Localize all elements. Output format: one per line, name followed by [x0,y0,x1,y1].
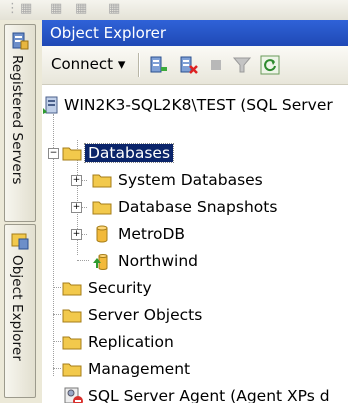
tree-line [53,368,61,369]
object-explorer-toolbar: Connect ▾ [42,46,348,85]
tree-item-databases[interactable]: Databases [62,142,175,164]
tab-object-explorer-label: Object Explorer [9,255,25,361]
tab-registered-servers-label: Registered Servers [9,55,25,185]
object-explorer-icon [11,233,29,250]
databases-label: Databases [83,143,175,163]
metrodb-label: MetroDB [118,225,186,243]
folder-icon [92,201,112,215]
object-tree: WIN2K3-SQL2K8\TEST (SQL Server − Databas… [42,84,348,403]
tree-item-server-objects[interactable]: Server Objects [62,304,202,326]
tab-object-explorer[interactable]: Object Explorer [4,224,36,398]
replication-label: Replication [88,333,174,351]
server-icon [43,96,58,114]
expand-database-snapshots[interactable]: + [71,202,82,213]
connect-object-icon[interactable] [148,55,168,75]
tree-item-system-databases[interactable]: System Databases [92,169,263,191]
filter-icon[interactable] [232,55,252,75]
sql-agent-icon [64,387,83,403]
tree-line [53,314,61,315]
tree-item-management[interactable]: Management [62,358,190,380]
toolbar-icon[interactable]: ▦ [20,2,34,16]
disconnect-icon[interactable] [178,55,198,75]
toolbar-icon[interactable]: ⋮ [6,2,20,16]
tab-registered-servers[interactable]: Registered Servers [4,24,36,222]
top-toolbar-strip: ⋮ ▦ ▦ ▦ ▦ [0,0,348,21]
security-label: Security [88,279,152,297]
chevron-down-icon: ▾ [117,55,126,73]
northwind-label: Northwind [118,252,198,270]
tree-item-replication[interactable]: Replication [62,331,174,353]
refresh-icon[interactable] [260,55,280,75]
panel-titlebar: Object Explorer [42,20,348,46]
folder-icon [92,174,112,188]
registered-servers-icon [12,32,29,50]
tree-line [53,341,61,342]
server-label: WIN2K3-SQL2K8\TEST (SQL Server [64,96,333,114]
tree-item-sql-server-agent[interactable]: SQL Server Agent (Agent XPs d [62,385,330,403]
database-snapshots-label: Database Snapshots [118,198,278,216]
object-explorer-panel: Object Explorer Connect ▾ WIN2K3-SQL2K8\… [42,20,348,403]
folder-icon [62,363,82,377]
server-objects-label: Server Objects [88,306,203,324]
toolbar-separator [138,53,140,77]
expand-metrodb[interactable]: + [71,229,82,240]
tree-item-metrodb[interactable]: MetroDB [92,223,185,245]
panel-title: Object Explorer [50,24,167,42]
tree-item-security[interactable]: Security [62,277,152,299]
toolbar-icon[interactable]: ▦ [75,2,89,16]
folder-icon [62,147,82,161]
folder-icon [62,309,82,323]
collapse-databases[interactable]: − [48,148,59,159]
tree-item-northwind[interactable]: Northwind [92,250,198,272]
expand-system-databases[interactable]: + [71,175,82,186]
server-node[interactable]: WIN2K3-SQL2K8\TEST (SQL Server [42,94,333,116]
tree-line [53,287,61,288]
folder-icon [62,282,82,296]
attach-database-icon [93,254,108,270]
stop-icon[interactable] [206,55,226,75]
system-databases-label: System Databases [118,171,263,189]
side-dock: Registered Servers Object Explorer [0,20,43,403]
toolbar-icon[interactable]: ▦ [50,2,64,16]
database-icon [96,225,108,243]
folder-icon [62,336,82,350]
tree-line [77,260,89,261]
management-label: Management [88,360,191,378]
tree-item-database-snapshots[interactable]: Database Snapshots [92,196,277,218]
connect-label: Connect [51,55,114,73]
toolbar-icon[interactable]: ▦ [108,2,122,16]
connect-button[interactable]: Connect ▾ [51,55,125,73]
sql-agent-label: SQL Server Agent (Agent XPs d [88,387,330,403]
